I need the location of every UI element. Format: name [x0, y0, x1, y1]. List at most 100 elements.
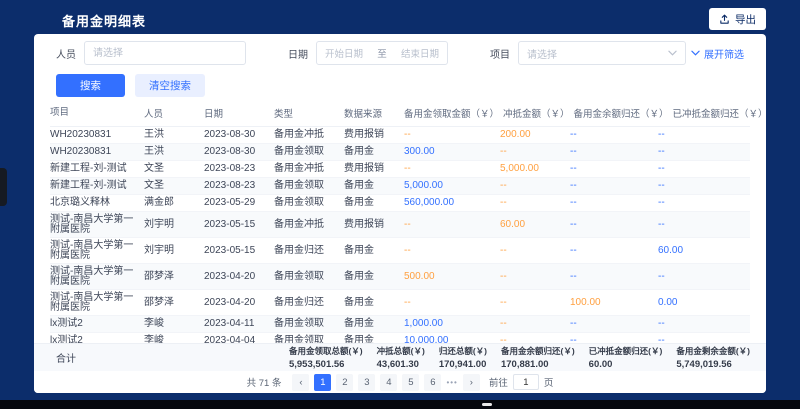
prev-page-button[interactable]: ‹ — [292, 374, 309, 391]
cell-amount: -- — [570, 319, 658, 329]
cell-amount[interactable]: 100.00 — [570, 298, 658, 308]
clear-search-button[interactable]: 清空搜索 — [135, 74, 205, 97]
cell-date: 2023-04-20 — [204, 272, 274, 282]
cell-project: 测试-南昌大学第一附属医院 — [50, 293, 144, 312]
next-page-button[interactable]: › — [463, 374, 480, 391]
goto-page-prefix: 前往 — [489, 375, 508, 389]
table-row: 测试-南昌大学第一附属医院邵梦泽2023-04-20备用金领取备用金500.00… — [50, 264, 750, 290]
table-row: WH20230831王洪2023-08-30备用金领取备用金300.00----… — [50, 144, 750, 161]
project-filter-placeholder: 请选择 — [527, 46, 557, 61]
table-body: WH20230831王洪2023-08-30备用金冲抵费用报销--200.00-… — [50, 127, 750, 356]
cell-amount[interactable]: 560,000.00 — [404, 198, 500, 208]
cell-source: 费用报销 — [344, 220, 404, 230]
table-row: WH20230831王洪2023-08-30备用金冲抵费用报销--200.00-… — [50, 127, 750, 144]
goto-page-suffix: 页 — [544, 375, 554, 389]
page-button[interactable]: 4 — [380, 374, 397, 391]
person-filter-input[interactable] — [84, 41, 246, 65]
expand-filter-link[interactable]: 展开筛选 — [691, 46, 744, 61]
page-title: 备用金明细表 — [62, 11, 146, 30]
project-filter-select[interactable]: 请选择 — [518, 41, 686, 65]
summary-item: 已冲抵金额归还(￥)60.00 — [589, 345, 663, 370]
page-button[interactable]: 2 — [336, 374, 353, 391]
page-button[interactable]: 1 — [314, 374, 331, 391]
cell-amount: -- — [570, 198, 658, 208]
person-filter-label: 人员 — [56, 46, 76, 61]
cell-amount[interactable]: 60.00 — [500, 220, 570, 230]
export-label: 导出 — [735, 12, 756, 27]
cell-amount: -- — [570, 272, 658, 282]
cell-amount: -- — [658, 181, 740, 191]
cell-type: 备用金领取 — [274, 181, 344, 191]
cell-amount: -- — [658, 220, 740, 230]
summary-row: 合计 备用金领取总额(￥)5,953,501.56冲抵总额(￥)43,601.3… — [34, 343, 766, 371]
export-icon — [719, 14, 730, 25]
cell-project: lx测试2 — [50, 319, 144, 329]
cell-amount[interactable]: 200.00 — [500, 130, 570, 140]
table-row: 北京璐义释林满金郎2023-05-29备用金领取备用金560,000.00---… — [50, 195, 750, 212]
column-header: 备用金余额归还（￥） — [574, 106, 673, 120]
cell-amount[interactable]: 500.00 — [404, 272, 500, 282]
cell-amount: -- — [500, 198, 570, 208]
cell-project: 新建工程-刘-测试 — [50, 164, 144, 174]
page-button[interactable]: 6 — [424, 374, 441, 391]
summary-item: 备用金余额归还(￥)170,881.00 — [501, 345, 575, 370]
cell-amount: -- — [500, 181, 570, 191]
cell-project: WH20230831 — [50, 130, 144, 140]
project-filter: 项目 请选择 — [490, 41, 686, 65]
summary-item-value: 170,941.00 — [439, 359, 487, 370]
cell-date: 2023-05-15 — [204, 246, 274, 256]
cell-type: 备用金领取 — [274, 272, 344, 282]
filter-bar: 人员 日期 开始日期 至 结束日期 项目 请选择 — [56, 40, 744, 66]
summary-label: 合计 — [56, 350, 76, 365]
cell-source: 备用金 — [344, 181, 404, 191]
cell-amount: -- — [404, 246, 500, 256]
summary-item-label: 归还总额(￥) — [439, 345, 487, 357]
drawer-handle[interactable] — [0, 168, 7, 206]
cell-amount: -- — [658, 147, 740, 157]
column-header: 项目 — [50, 108, 144, 118]
cell-amount: -- — [500, 272, 570, 282]
page-button[interactable]: 3 — [358, 374, 375, 391]
cell-amount: -- — [658, 272, 740, 282]
cell-amount[interactable]: 0.00 — [658, 298, 740, 308]
cell-date: 2023-05-15 — [204, 220, 274, 230]
cell-amount[interactable]: 300.00 — [404, 147, 500, 157]
cell-type: 备用金冲抵 — [274, 220, 344, 230]
data-table: 项目人员日期类型数据来源备用金领取金额（￥）冲抵金额（￥）备用金余额归还（￥）已… — [50, 101, 750, 356]
goto-page-input[interactable] — [513, 374, 539, 390]
taskbar-indicator — [482, 403, 492, 406]
date-filter-label: 日期 — [288, 46, 308, 61]
chevron-down-icon — [668, 50, 677, 56]
column-header: 人员 — [144, 106, 204, 120]
cell-amount[interactable]: 5,000.00 — [404, 181, 500, 191]
cell-type: 备用金领取 — [274, 319, 344, 329]
cell-amount: -- — [658, 198, 740, 208]
summary-item-label: 备用金剩余金额(￥) — [676, 345, 750, 357]
cell-amount[interactable]: 60.00 — [658, 246, 740, 256]
page-button[interactable]: 5 — [402, 374, 419, 391]
cell-amount: -- — [570, 147, 658, 157]
cell-type: 备用金冲抵 — [274, 130, 344, 140]
export-button[interactable]: 导出 — [709, 8, 766, 30]
cell-amount: -- — [658, 164, 740, 174]
summary-item: 备用金领取总额(￥)5,953,501.56 — [289, 345, 363, 370]
cell-amount: -- — [500, 246, 570, 256]
cell-person: 邵梦泽 — [144, 298, 204, 308]
project-filter-label: 项目 — [490, 46, 510, 61]
search-button[interactable]: 搜索 — [56, 74, 125, 97]
cell-amount[interactable]: 5,000.00 — [500, 164, 570, 174]
cell-date: 2023-04-11 — [204, 319, 274, 329]
cell-person: 李峻 — [144, 319, 204, 329]
cell-amount[interactable]: 1,000.00 — [404, 319, 500, 329]
cell-amount: -- — [570, 246, 658, 256]
table-row: 测试-南昌大学第一附属医院刘宇明2023-05-15备用金归还备用金------… — [50, 238, 750, 264]
date-range-input[interactable]: 开始日期 至 结束日期 — [316, 41, 448, 65]
summary-items: 备用金领取总额(￥)5,953,501.56冲抵总额(￥)43,601.30归还… — [289, 345, 750, 370]
cell-person: 刘宇明 — [144, 246, 204, 256]
expand-filter-label: 展开筛选 — [704, 46, 744, 61]
date-start-placeholder: 开始日期 — [325, 46, 363, 60]
cell-type: 备用金领取 — [274, 198, 344, 208]
cell-amount: -- — [570, 164, 658, 174]
summary-item: 归还总额(￥) 170,941.00 — [439, 345, 487, 370]
pagination-ellipsis: ••• — [446, 378, 457, 387]
